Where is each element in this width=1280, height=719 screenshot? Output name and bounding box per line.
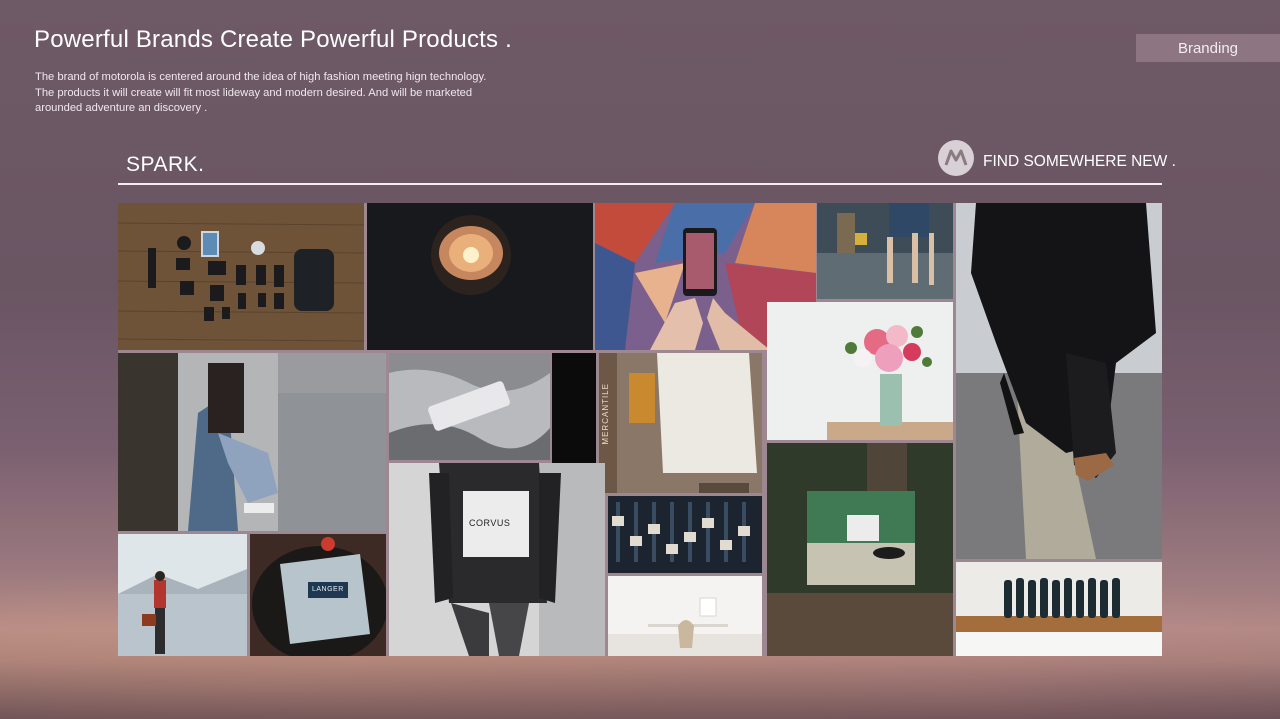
image-phone-sheets [389, 353, 550, 460]
image-sweatshirt-model: CORVUS [389, 463, 605, 656]
title-divider [118, 183, 1162, 185]
section-tag-branding: Branding [1136, 34, 1280, 62]
moodboard-title: SPARK. [126, 153, 205, 176]
image-gear-flatlay [118, 203, 364, 350]
image-collage: MERCANTILE LANGER CORVUS [118, 203, 1162, 656]
image-woman-wall [118, 353, 386, 531]
image-gear-pouch: LANGER [250, 534, 386, 656]
image-mixing-console [608, 496, 762, 573]
image-sweater-rack: MERCANTILE [599, 353, 762, 493]
moodboard-tagline: FIND SOMEWHERE NEW . [983, 153, 1176, 170]
brand-description: The brand of motorola is centered around… [35, 71, 487, 114]
image-camp-stove [767, 443, 953, 656]
pouch-label: LANGER [312, 586, 344, 593]
image-hiker-lake [118, 534, 247, 656]
shirt-print: CORVUS [469, 518, 511, 528]
image-white-desk [608, 576, 762, 656]
image-street-walkers [817, 203, 953, 299]
image-lightbulb [367, 203, 593, 350]
image-sneaker-road [956, 203, 1162, 559]
bag-tag-label: MERCANTILE [601, 383, 610, 445]
motorola-logo-icon [938, 140, 974, 176]
image-flower-vase [767, 302, 953, 440]
page-headline: Powerful Brands Create Powerful Products… [34, 26, 512, 53]
image-bottles-shelf [956, 562, 1162, 656]
